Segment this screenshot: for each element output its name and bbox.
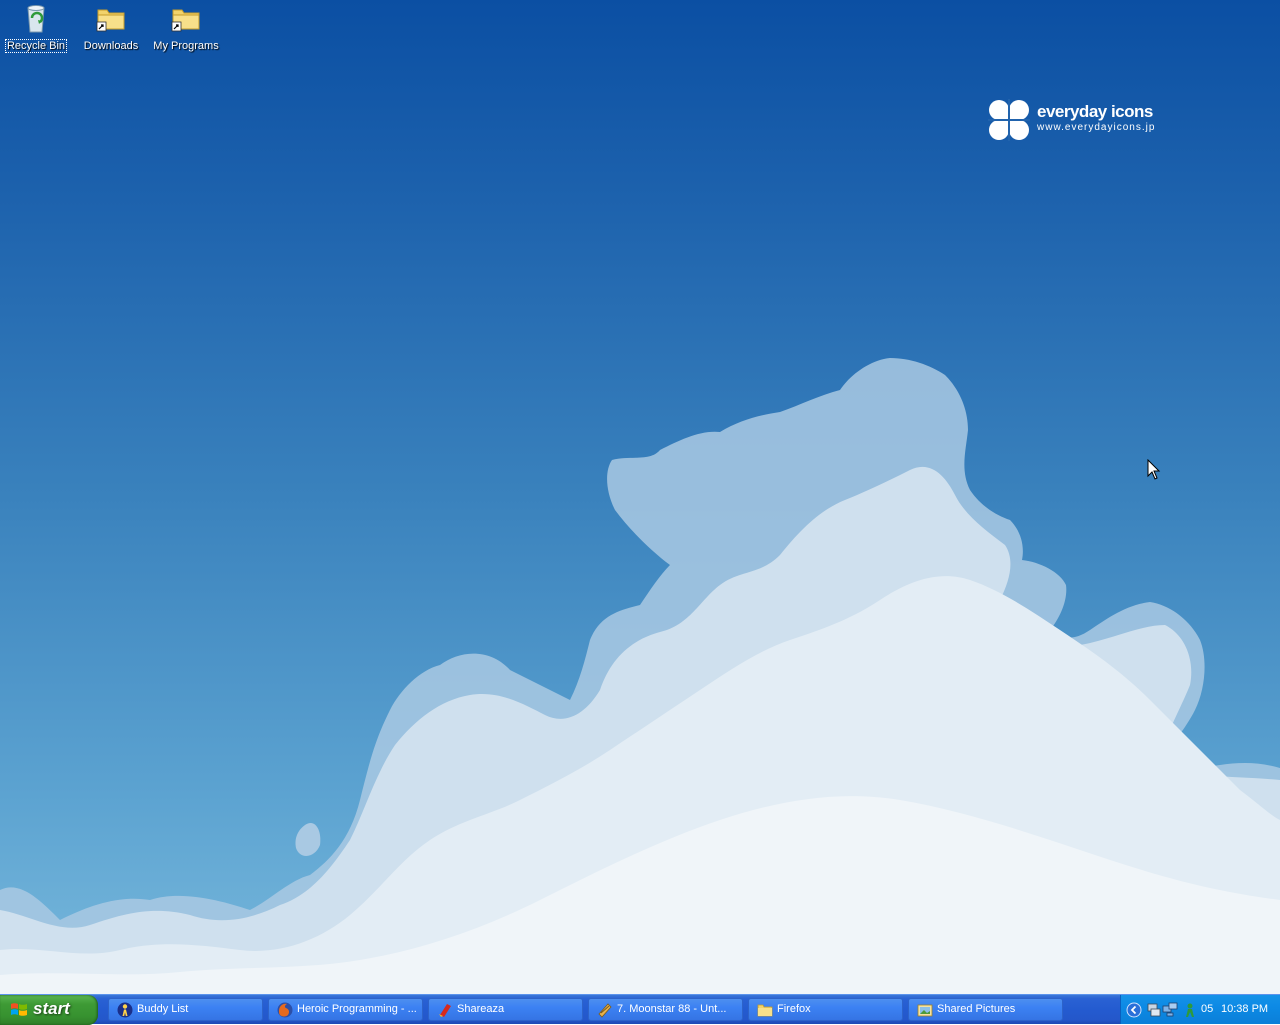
folder-shortcut-icon (96, 9, 125, 32)
clover-logo-icon (988, 99, 1030, 141)
taskbar: start Buddy List Heroic Programming - ..… (0, 994, 1280, 1025)
folder-icon (757, 1004, 773, 1017)
mouse-cursor-icon (1147, 459, 1161, 480)
aim-buddy-icon (117, 1002, 133, 1018)
brand-name: everyday icons (1037, 102, 1153, 121)
firefox-icon (277, 1002, 293, 1018)
show-hidden-icons-chevron[interactable] (1126, 1002, 1142, 1018)
start-button[interactable]: start (0, 995, 98, 1025)
start-label: start (33, 999, 70, 1018)
taskbar-button-label: Firefox (777, 1003, 811, 1015)
taskbar-button-shared-pictures[interactable]: Shared Pictures (908, 998, 1063, 1021)
taskbar-button-label: 7. Moonstar 88 - Unt... (617, 1003, 727, 1015)
tray-badge-text: 05 (1201, 1003, 1214, 1015)
network-monitor-icon[interactable] (1146, 1002, 1162, 1018)
winamp-icon (598, 1003, 612, 1018)
taskbar-button-firefox-folder[interactable]: Firefox (748, 998, 903, 1021)
desktop-icon-downloads[interactable]: Downloads (75, 2, 147, 54)
folder-shortcut-icon (171, 9, 200, 32)
shareaza-icon (439, 1004, 451, 1017)
brand-url: www.everydayicons.jp (1037, 122, 1156, 133)
taskbar-button-label: Shared Pictures (937, 1003, 1016, 1015)
desktop-icon-label: Recycle Bin (4, 39, 68, 53)
network-connection-icon[interactable] (1162, 1002, 1178, 1018)
wallpaper-brand: everyday icons www.everydayicons.jp (988, 99, 1168, 143)
clock[interactable]: 10:38 PM (1221, 1003, 1268, 1015)
cloud-wallpaper (0, 358, 1280, 994)
desktop-icon-label: Downloads (83, 40, 139, 52)
windows-flag-icon (11, 1003, 27, 1016)
taskbar-button-buddy-list[interactable]: Buddy List (108, 998, 263, 1021)
system-tray: 05 10:38 PM (1120, 995, 1280, 1024)
shared-pictures-icon (917, 1004, 933, 1017)
taskbar-button-moonstar[interactable]: 7. Moonstar 88 - Unt... (588, 998, 743, 1021)
recycle-bin-icon (27, 5, 45, 33)
taskbar-button-label: Buddy List (137, 1003, 189, 1015)
desktop[interactable]: Recycle Bin Downloads My Programs everyd… (0, 0, 1280, 994)
messenger-icon[interactable] (1182, 1002, 1198, 1018)
desktop-icon-my-programs[interactable]: My Programs (150, 2, 222, 54)
taskbar-button-shareaza[interactable]: Shareaza (428, 998, 583, 1021)
taskbar-button-label: Shareaza (457, 1003, 505, 1015)
desktop-icon-label: My Programs (153, 40, 219, 52)
taskbar-button-heroic-programming[interactable]: Heroic Programming - ... (268, 998, 423, 1021)
desktop-icon-recycle-bin[interactable]: Recycle Bin (0, 2, 72, 54)
taskbar-button-label: Heroic Programming - ... (297, 1003, 417, 1015)
